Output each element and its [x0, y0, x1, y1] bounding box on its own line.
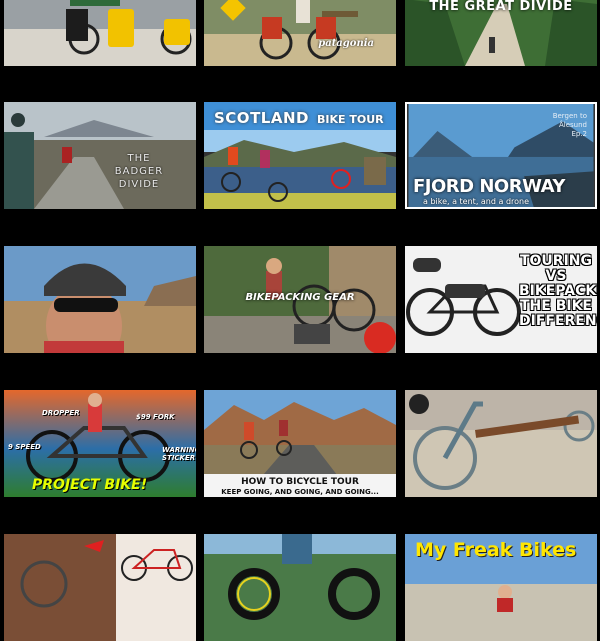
- thumbnail-label: WARNING STICKER: [162, 446, 196, 462]
- thumbnail-overlay-text: SCOTLAND: [214, 109, 309, 127]
- video-thumbnail-grid: patagonia THE GREAT DIVIDE THE BADGER DI…: [0, 0, 600, 641]
- thumbnail-overlay-text: BIKEPACKING GEAR: [245, 292, 355, 303]
- video-thumbnail-scotland-bike-tour[interactable]: SCOTLAND BIKE TOUR: [204, 102, 396, 209]
- thumbnail-overlay-text: patagonia: [318, 38, 374, 49]
- thumbnail-label: 9 SPEED: [8, 443, 41, 451]
- thumbnail-image: [4, 534, 196, 641]
- thumbnail-overlay-subtext: BIKE TOUR: [317, 113, 384, 126]
- video-thumbnail-badger-divide[interactable]: THE BADGER DIVIDE: [4, 102, 196, 209]
- video-thumbnail-how-to-bicycle-tour[interactable]: HOW TO BICYCLE TOUR KEEP GOING, AND GOIN…: [204, 390, 396, 497]
- video-thumbnail-yellow-panniers[interactable]: [4, 0, 196, 66]
- thumbnail-overlay-text: TOURING VS BIKEPACKING THE BIKE DIFFEREN…: [519, 253, 597, 329]
- thumbnail-image: [405, 390, 597, 497]
- thumbnail-overlay-text: THE GREAT DIVIDE: [429, 0, 573, 14]
- thumbnail-image: [204, 0, 396, 66]
- thumbnail-label: $99 FORK: [136, 413, 175, 421]
- thumbnail-overlay-text: FJORD NORWAY: [413, 176, 565, 197]
- video-thumbnail-patagonia[interactable]: patagonia: [204, 0, 396, 66]
- video-thumbnail-fat-tire-bike[interactable]: [204, 534, 396, 641]
- video-thumbnail-my-freak-bikes[interactable]: My Freak Bikes: [405, 534, 597, 641]
- video-thumbnail-bikepacking-gear[interactable]: BIKEPACKING GEAR: [204, 246, 396, 353]
- video-thumbnail-fjord-norway[interactable]: Bergen to Ålesund Ep.2 FJORD NORWAY a bi…: [405, 102, 597, 209]
- video-thumbnail-project-bike[interactable]: DROPPER $99 FORK 9 SPEED WARNING STICKER…: [4, 390, 196, 497]
- video-thumbnail-rusty-wooden-bike[interactable]: [405, 390, 597, 497]
- thumbnail-image: [204, 534, 396, 641]
- video-thumbnail-touring-vs-bikepacking[interactable]: TOURING VS BIKEPACKING THE BIKE DIFFEREN…: [405, 246, 597, 353]
- thumbnail-image: [4, 246, 196, 353]
- thumbnail-overlay-subtext: KEEP GOING, AND GOING, AND GOING...: [221, 488, 379, 496]
- thumbnail-image: [4, 0, 196, 66]
- thumbnail-overlay-text: THE BADGER DIVIDE: [114, 153, 164, 190]
- video-thumbnail-frame-comparison[interactable]: [4, 534, 196, 641]
- thumbnail-overlay-text: HOW TO BICYCLE TOUR: [241, 477, 359, 487]
- thumbnail-overlay-caption: Bergen to Ålesund Ep.2: [552, 112, 587, 138]
- thumbnail-label: DROPPER: [42, 409, 80, 417]
- thumbnail-overlay-subtext: a bike, a tent, and a drone: [423, 197, 530, 206]
- video-thumbnail-helmet-portrait[interactable]: [4, 246, 196, 353]
- thumbnail-overlay-text: PROJECT BIKE!: [32, 477, 148, 493]
- video-thumbnail-great-divide[interactable]: THE GREAT DIVIDE: [405, 0, 597, 66]
- thumbnail-overlay-text: My Freak Bikes: [415, 539, 577, 561]
